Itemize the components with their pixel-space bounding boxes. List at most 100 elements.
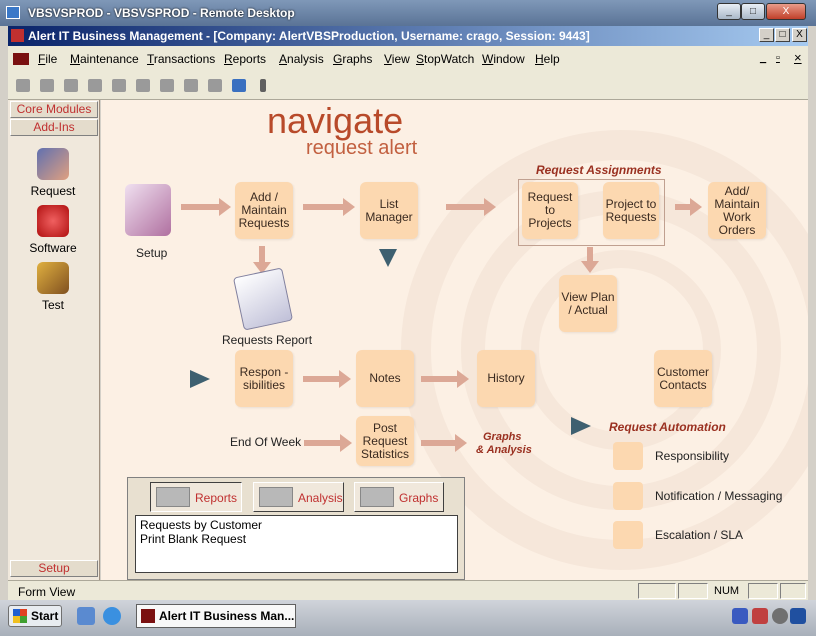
list-item[interactable]: Print Blank Request xyxy=(140,532,453,546)
graphs-analysis-label[interactable]: Graphs xyxy=(483,431,522,443)
notes-button[interactable]: Notes xyxy=(356,350,414,407)
notification-messaging-label[interactable]: Notification / Messaging xyxy=(655,489,782,503)
start-label: Start xyxy=(31,609,59,623)
remote-desktop-titlebar: VBSVSPROD - VBSVSPROD - Remote Desktop _… xyxy=(0,0,816,26)
request-assignments-heading: Request Assignments xyxy=(536,163,662,177)
add-ins-tab[interactable]: Add-Ins xyxy=(10,119,98,136)
undo-icon[interactable] xyxy=(110,77,128,94)
test-icon xyxy=(37,262,69,294)
app-minimize-button[interactable]: _ xyxy=(759,28,774,42)
page-subtitle: request alert xyxy=(306,137,418,159)
menu-view[interactable]: View xyxy=(384,52,410,66)
delete-icon[interactable] xyxy=(134,77,152,94)
remote-desktop-title: VBSVSPROD - VBSVSPROD - Remote Desktop xyxy=(28,6,295,20)
list-manager-button[interactable]: List Manager xyxy=(360,182,418,239)
mdi-minimize-button[interactable]: _ xyxy=(760,52,766,64)
print-icon[interactable] xyxy=(62,77,80,94)
responsibility-automation-label[interactable]: Responsibility xyxy=(655,449,729,463)
arrow-right xyxy=(303,370,351,388)
setup-icon[interactable] xyxy=(125,184,171,236)
tray-network-icon[interactable] xyxy=(772,608,788,624)
rd-maximize-button[interactable]: □ xyxy=(741,3,765,20)
quick-launch-desktop-icon[interactable] xyxy=(77,607,95,625)
add-maintain-requests-button[interactable]: Add / Maintain Requests xyxy=(235,182,293,239)
menu-file[interactable]: File xyxy=(38,52,57,66)
graphs-tab[interactable]: Graphs xyxy=(354,482,444,512)
menu-stopwatch[interactable]: StopWatch xyxy=(416,52,474,66)
menu-transactions[interactable]: Transactions xyxy=(147,52,215,66)
graphs-analysis-label-line2[interactable]: & Analysis xyxy=(476,444,532,456)
requests-report-label[interactable]: Requests Report xyxy=(222,333,312,347)
taskbar-item-label: Alert IT Business Man... xyxy=(159,609,295,623)
end-of-week-label: End Of Week xyxy=(230,435,302,449)
list-manager-expand-icon[interactable] xyxy=(379,249,397,267)
rd-minimize-button[interactable]: _ xyxy=(717,3,741,20)
left-panel: Core Modules Add-Ins Request Software Te… xyxy=(8,100,100,580)
paste-icon[interactable] xyxy=(206,77,224,94)
app-menu-icon[interactable] xyxy=(13,53,29,65)
project-to-requests-button[interactable]: Project to Requests xyxy=(603,182,659,239)
new-icon[interactable] xyxy=(38,77,56,94)
analysis-tab-icon xyxy=(259,487,293,507)
add-work-orders-button[interactable]: Add/ Maintain Work Orders xyxy=(708,182,766,239)
copy-icon[interactable] xyxy=(182,77,200,94)
customer-contacts-button[interactable]: Customer Contacts xyxy=(654,350,712,407)
toolbar-overflow-icon[interactable] xyxy=(258,77,268,94)
notification-messaging-button[interactable] xyxy=(613,482,643,510)
arrow-down xyxy=(253,246,271,274)
module-request-label: Request xyxy=(30,184,76,198)
module-test[interactable]: Test xyxy=(8,262,98,312)
requests-report-icon[interactable] xyxy=(232,267,294,331)
taskbar-item-alert[interactable]: Alert IT Business Man... xyxy=(136,604,296,628)
post-request-statistics-button[interactable]: Post Request Statistics xyxy=(356,416,414,466)
status-cell xyxy=(780,583,806,599)
core-modules-tab[interactable]: Core Modules xyxy=(10,101,98,118)
analysis-tab[interactable]: Analysis xyxy=(253,482,344,512)
menu-analysis[interactable]: Analysis xyxy=(279,52,324,66)
responsibilities-button[interactable]: Respon - sibilities xyxy=(235,350,293,407)
module-software[interactable]: Software xyxy=(8,205,98,255)
menu-maintenance[interactable]: Maintenance xyxy=(70,52,139,66)
module-request[interactable]: Request xyxy=(8,148,98,198)
taskbar: Start Alert IT Business Man... xyxy=(0,600,816,636)
save-icon[interactable] xyxy=(86,77,104,94)
tray-users-icon[interactable] xyxy=(790,608,806,624)
mdi-close-button[interactable]: × xyxy=(794,50,802,65)
quick-launch-ie-icon[interactable] xyxy=(103,607,121,625)
mdi-restore-button[interactable]: ▫ xyxy=(776,52,780,64)
app-close-button[interactable]: X xyxy=(792,28,807,42)
menu-graphs[interactable]: Graphs xyxy=(333,52,372,66)
binoculars-icon[interactable] xyxy=(14,77,32,94)
arrow-right xyxy=(675,198,702,216)
setup-tab[interactable]: Setup xyxy=(10,560,98,577)
status-text: Form View xyxy=(18,585,76,599)
arrow-right xyxy=(304,434,352,452)
toolbar xyxy=(8,72,808,100)
cut-icon[interactable] xyxy=(158,77,176,94)
responsibility-automation-button[interactable] xyxy=(613,442,643,470)
request-to-projects-button[interactable]: Request to Projects xyxy=(522,182,578,239)
app-icon xyxy=(11,29,24,42)
software-icon xyxy=(37,205,69,237)
list-item[interactable]: Requests by Customer xyxy=(140,518,453,532)
escalation-sla-button[interactable] xyxy=(613,521,643,549)
tray-app-icon[interactable] xyxy=(752,608,768,624)
start-button[interactable]: Start xyxy=(8,605,62,627)
app-maximize-button[interactable]: □ xyxy=(775,28,790,42)
reports-tab[interactable]: Reports xyxy=(150,482,242,512)
menu-window[interactable]: Window xyxy=(482,52,525,66)
menu-help[interactable]: Help xyxy=(535,52,560,66)
graphs-tab-label: Graphs xyxy=(399,491,439,505)
app-title: Alert IT Business Management - [Company:… xyxy=(28,29,590,43)
rd-close-button[interactable]: X xyxy=(766,3,806,20)
report-list: Requests by Customer Print Blank Request xyxy=(135,515,458,573)
export-icon[interactable] xyxy=(230,77,248,94)
history-button[interactable]: History xyxy=(477,350,535,407)
arrow-right xyxy=(446,198,496,216)
escalation-sla-label[interactable]: Escalation / SLA xyxy=(655,528,743,542)
request-icon xyxy=(37,148,69,180)
view-plan-actual-button[interactable]: View Plan / Actual xyxy=(559,275,617,332)
arrow-right xyxy=(421,370,469,388)
menu-reports[interactable]: Reports xyxy=(224,52,266,66)
shield-icon[interactable] xyxy=(732,608,748,624)
